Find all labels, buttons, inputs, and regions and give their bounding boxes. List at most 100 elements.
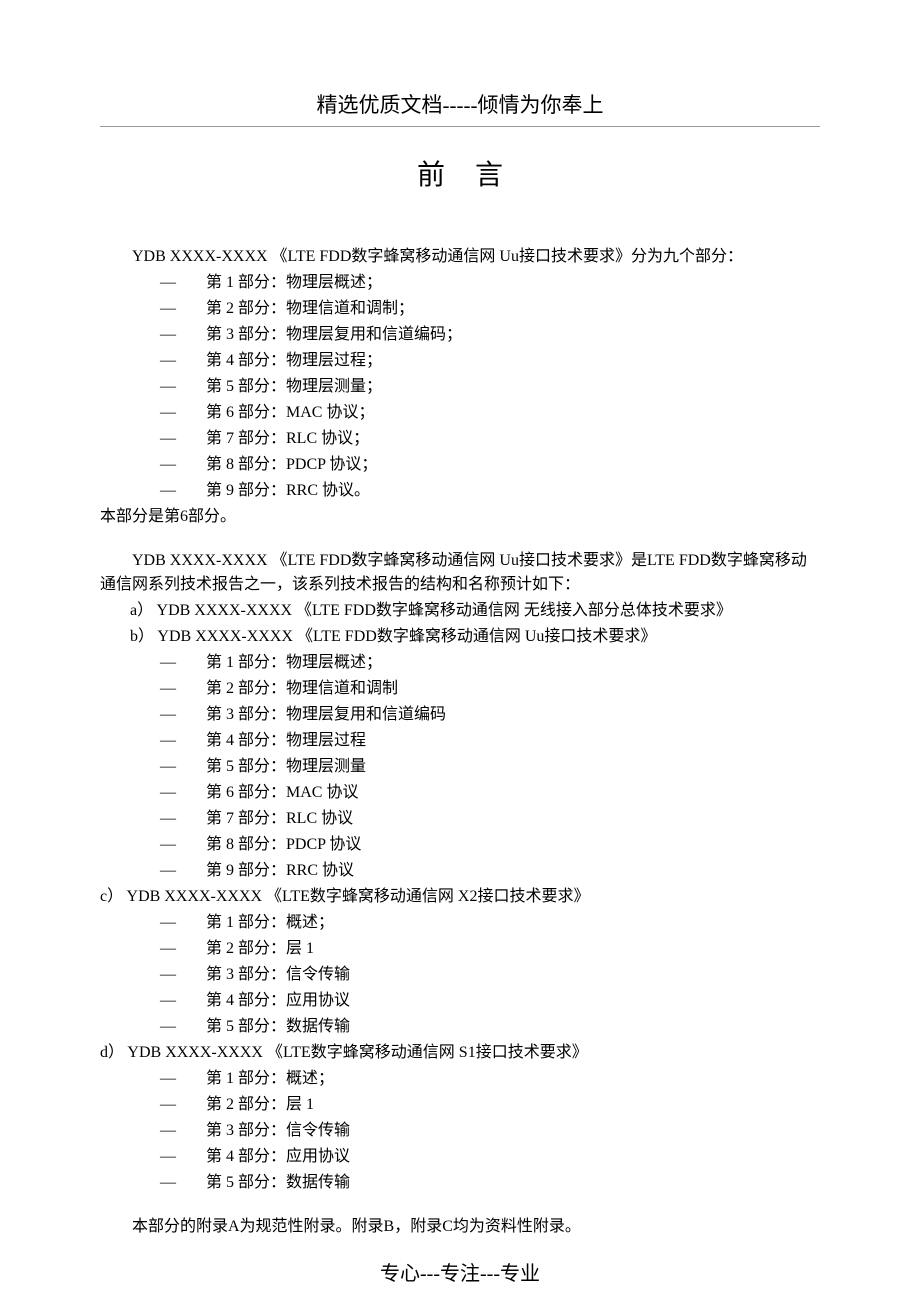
list-item-label: 第 9 部分：RRC 协议。 [206, 482, 370, 499]
list-item: — 第 9 部分：RRC 协议 [160, 859, 820, 883]
list-item: — 第 4 部分：应用协议 [160, 989, 820, 1013]
dash-icon: — [160, 729, 190, 753]
list-item-label: 第 1 部分：概述； [206, 914, 334, 931]
group-c-label: c） YDB XXXX-XXXX 《LTE数字蜂窝移动通信网 X2接口技术要求》 [100, 885, 820, 909]
group-b-label: b） YDB XXXX-XXXX 《LTE FDD数字蜂窝移动通信网 Uu接口技… [130, 625, 820, 649]
list-item: — 第 4 部分：物理层过程； [160, 349, 820, 373]
dash-icon: — [160, 755, 190, 779]
list-item-label: 第 3 部分：信令传输 [206, 1122, 350, 1139]
group-b-list: — 第 1 部分：物理层概述； — 第 2 部分：物理信道和调制 — 第 3 部分：物… [160, 651, 820, 883]
list-item-label: 第 6 部分：MAC 协议 [206, 784, 358, 801]
list-item-label: 第 2 部分：物理信道和调制； [206, 300, 414, 317]
list-item: — 第 8 部分：PDCP 协议 [160, 833, 820, 857]
series-intro: YDB XXXX-XXXX 《LTE FDD数字蜂窝移动通信网 Uu接口技术要求… [100, 549, 820, 597]
list-item: — 第 9 部分：RRC 协议。 [160, 479, 820, 503]
dash-icon: — [160, 349, 190, 373]
list-item-label: 第 1 部分：物理层概述； [206, 274, 382, 291]
spacer [100, 531, 820, 549]
this-part-note: 本部分是第6部分。 [100, 505, 820, 529]
parts-list-1: — 第 1 部分：物理层概述； — 第 2 部分：物理信道和调制； — 第 3 部分：… [160, 271, 820, 503]
dash-icon: — [160, 911, 190, 935]
list-item-label: 第 5 部分：物理层测量 [206, 758, 366, 775]
list-item-label: 第 2 部分：层 1 [206, 940, 314, 957]
dash-icon: — [160, 1015, 190, 1039]
dash-icon: — [160, 1067, 190, 1091]
spacer [100, 1197, 820, 1215]
dash-icon: — [160, 677, 190, 701]
list-item-label: 第 4 部分：物理层过程； [206, 352, 382, 369]
dash-icon: — [160, 1119, 190, 1143]
group-c-list: —第 1 部分：概述； —第 2 部分：层 1 —第 3 部分：信令传输 —第 … [160, 911, 820, 1039]
list-item: — 第 1 部分：概述； [160, 1067, 820, 1091]
dash-icon: — [160, 297, 190, 321]
dash-icon: — [160, 703, 190, 727]
list-item-label: 第 1 部分：概述； [206, 1070, 334, 1087]
list-item: — 第 1 部分：物理层概述； [160, 271, 820, 295]
page-title: 前言 [100, 155, 820, 197]
list-item: — 第 7 部分：RLC 协议 [160, 807, 820, 831]
page-footer: 专心---专注---专业 [100, 1259, 820, 1289]
list-item: — 第 6 部分：MAC 协议 [160, 781, 820, 805]
list-item: — 第 5 部分：物理层测量 [160, 755, 820, 779]
list-item-label: 第 9 部分：RRC 协议 [206, 862, 354, 879]
list-item-label: 第 3 部分：物理层复用和信道编码 [206, 706, 446, 723]
group-d-list: — 第 1 部分：概述； — 第 2 部分：层 1 — 第 3 部分：信令传输 — 第 … [160, 1067, 820, 1195]
list-item-label: 第 4 部分：物理层过程 [206, 732, 366, 749]
dash-icon: — [160, 989, 190, 1013]
dash-icon: — [160, 781, 190, 805]
dash-icon: — [160, 323, 190, 347]
list-item-label: 第 3 部分：物理层复用和信道编码； [206, 326, 462, 343]
dash-icon: — [160, 1093, 190, 1117]
list-item-label: 第 5 部分：物理层测量； [206, 378, 382, 395]
page-container: 精选优质文档-----倾情为你奉上 前言 YDB XXXX-XXXX 《LTE … [0, 0, 920, 1309]
list-item: — 第 3 部分：物理层复用和信道编码 [160, 703, 820, 727]
list-item: —第 2 部分：层 1 [160, 937, 820, 961]
dash-icon: — [160, 271, 190, 295]
dash-icon: — [160, 859, 190, 883]
list-item-label: 第 4 部分：应用协议 [206, 992, 350, 1009]
list-item-label: 第 3 部分：信令传输 [206, 966, 350, 983]
list-item-label: 第 7 部分：RLC 协议； [206, 430, 369, 447]
intro-paragraph: YDB XXXX-XXXX 《LTE FDD数字蜂窝移动通信网 Uu接口技术要求… [100, 245, 820, 269]
list-item-label: 第 8 部分：PDCP 协议 [206, 836, 361, 853]
dash-icon: — [160, 479, 190, 503]
list-item: — 第 6 部分：MAC 协议； [160, 401, 820, 425]
list-item: — 第 4 部分：物理层过程 [160, 729, 820, 753]
group-a-label: a） YDB XXXX-XXXX 《LTE FDD数字蜂窝移动通信网 无线接入部… [130, 599, 820, 623]
dash-icon: — [160, 963, 190, 987]
list-item-label: 第 6 部分：MAC 协议； [206, 404, 374, 421]
dash-icon: — [160, 833, 190, 857]
list-item-label: 第 4 部分：应用协议 [206, 1148, 350, 1165]
list-item: — 第 3 部分：信令传输 [160, 963, 820, 987]
list-item-label: 第 1 部分：物理层概述； [206, 654, 382, 671]
page-header: 精选优质文档-----倾情为你奉上 [100, 90, 820, 122]
list-item: — 第 5 部分：数据传输 [160, 1171, 820, 1195]
list-item: — 第 2 部分：物理信道和调制； [160, 297, 820, 321]
list-item: — 第 5 部分：物理层测量； [160, 375, 820, 399]
dash-icon: — [160, 1171, 190, 1195]
list-item: — 第 4 部分：应用协议 [160, 1145, 820, 1169]
group-d-label: d） YDB XXXX-XXXX 《LTE数字蜂窝移动通信网 S1接口技术要求》 [100, 1041, 820, 1065]
dash-icon: — [160, 453, 190, 477]
list-item: — 第 2 部分：物理信道和调制 [160, 677, 820, 701]
list-item: — 第 8 部分：PDCP 协议； [160, 453, 820, 477]
dash-icon: — [160, 427, 190, 451]
dash-icon: — [160, 807, 190, 831]
list-item: — 第 3 部分：信令传输 [160, 1119, 820, 1143]
dash-icon: — [160, 651, 190, 675]
list-item-label: 第 5 部分：数据传输 [206, 1018, 350, 1035]
list-item: — 第 1 部分：概述； [160, 911, 820, 935]
list-item-label: 第 5 部分：数据传输 [206, 1174, 350, 1191]
dash-icon: — [160, 375, 190, 399]
list-item: — 第 7 部分：RLC 协议； [160, 427, 820, 451]
dash-icon: — [160, 401, 190, 425]
list-item-label: 第 8 部分：PDCP 协议； [206, 456, 377, 473]
list-item: — 第 5 部分：数据传输 [160, 1015, 820, 1039]
list-item: — 第 3 部分：物理层复用和信道编码； [160, 323, 820, 347]
appendix-note: 本部分的附录A为规范性附录。附录B，附录C均为资料性附录。 [100, 1215, 820, 1239]
list-item-label: 第 2 部分：物理信道和调制 [206, 680, 398, 697]
dash-icon: — [160, 1145, 190, 1169]
list-item-label: 第 7 部分：RLC 协议 [206, 810, 353, 827]
list-item: — 第 1 部分：物理层概述； [160, 651, 820, 675]
list-item-label: 第 2 部分：层 1 [206, 1096, 314, 1113]
